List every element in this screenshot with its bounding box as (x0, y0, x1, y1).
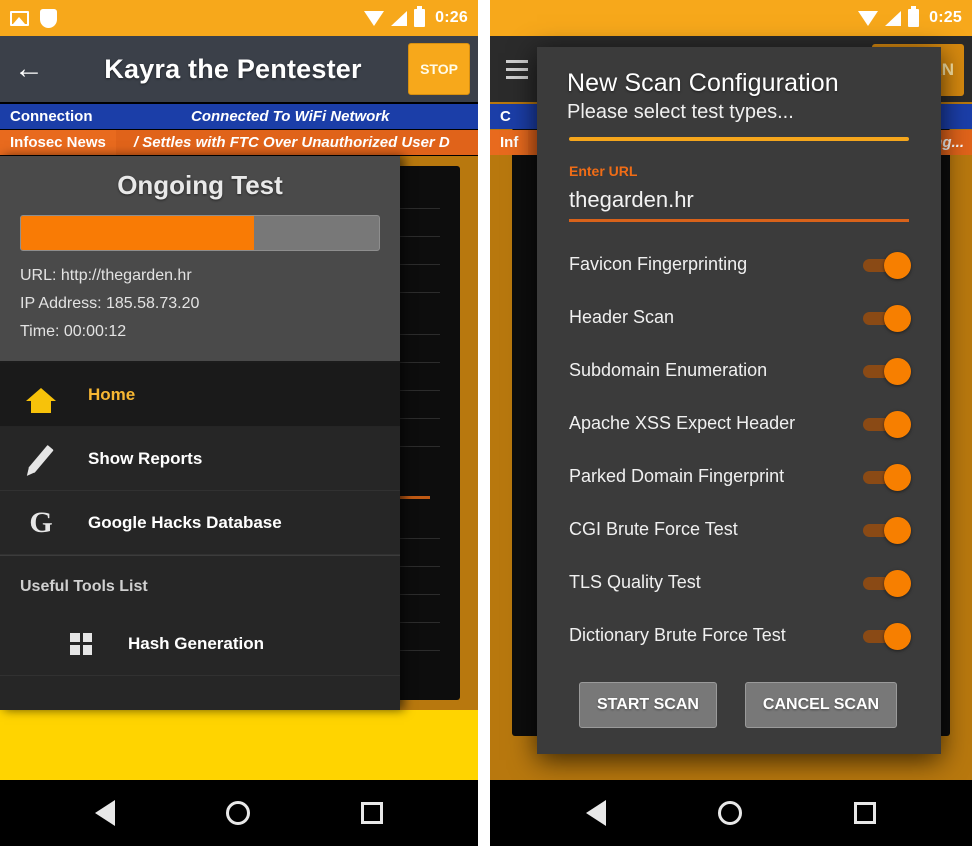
sidebar-item-hash-generation[interactable]: Hash Generation (0, 612, 400, 676)
toggle-knob (884, 357, 911, 385)
screenshot-stage: 0:26 ← Kayra the Pentester STOP Connecti… (0, 0, 972, 846)
test-type-row[interactable]: Subdomain Enumeration (537, 344, 941, 397)
nav-recents-icon[interactable] (360, 802, 383, 824)
hamburger-icon[interactable] (490, 36, 544, 102)
news-ticker-message: / Settles with FTC Over Unauthorized Use… (133, 134, 450, 151)
dialog-subtitle: Please select test types... (567, 101, 794, 123)
news-ticker-tag: Infosec News (0, 130, 116, 155)
sidebar-item-show-reports[interactable]: Show Reports (0, 427, 400, 491)
test-type-label: Apache XSS Expect Header (569, 413, 796, 433)
test-type-list: Favicon Fingerprinting Header Scan Subdoma… (537, 222, 941, 668)
toggle-knob (884, 569, 911, 597)
sidebar-item-label: Home (88, 384, 136, 404)
test-type-row[interactable]: Apache XSS Expect Header (537, 397, 941, 450)
url-field-label: Enter URL (569, 163, 638, 179)
drawer-header: Ongoing Test URL: http://thegarden.hr IP… (0, 156, 400, 363)
left-phone-screen: 0:26 ← Kayra the Pentester STOP Connecti… (0, 0, 478, 846)
start-scan-button[interactable]: START SCAN (579, 682, 717, 728)
test-type-toggle[interactable] (863, 410, 911, 438)
test-type-row[interactable]: Header Scan (537, 291, 941, 344)
news-ticker-tag: Inf (490, 130, 529, 155)
wifi-icon (858, 10, 879, 26)
shield-icon (40, 8, 57, 28)
test-type-toggle[interactable] (863, 622, 911, 650)
stop-button[interactable]: STOP (408, 43, 470, 95)
left-system-navbar (0, 780, 478, 846)
test-type-label: CGI Brute Force Test (569, 519, 738, 539)
sidebar-item-label: Hash Generation (128, 633, 265, 653)
url-input[interactable]: thegarden.hr (537, 179, 941, 213)
news-ticker: Infosec News / Settles with FTC Over Una… (0, 130, 478, 155)
test-type-toggle[interactable] (863, 357, 911, 385)
grid-icon (52, 632, 110, 655)
test-type-row[interactable]: Dictionary Brute Force Test (537, 609, 941, 662)
left-footer-strip (0, 710, 478, 780)
app-title: Kayra the Pentester (104, 53, 362, 84)
back-arrow-icon[interactable]: ← (0, 36, 58, 102)
nav-home-icon[interactable] (718, 801, 742, 825)
right-phone-screen: 0:25 AN C Inf ing... New Scan Configurat… (490, 0, 972, 846)
signal-icon (391, 10, 408, 26)
test-type-label: Header Scan (569, 307, 675, 327)
test-type-toggle[interactable] (863, 516, 911, 544)
test-url-line: URL: http://thegarden.hr (20, 267, 192, 284)
test-type-row[interactable]: TLS Quality Test (537, 556, 941, 609)
test-ip-line: IP Address: 185.58.73.20 (20, 295, 200, 312)
test-type-label: TLS Quality Test (569, 572, 701, 592)
test-type-label: Parked Domain Fingerprint (569, 466, 785, 486)
test-type-toggle[interactable] (863, 463, 911, 491)
dialog-title: New Scan Configuration (567, 69, 839, 97)
sidebar-item-label: Show Reports (88, 448, 203, 468)
test-progress-fill (21, 216, 254, 250)
test-type-label: Favicon Fingerprinting (569, 254, 748, 274)
test-type-row[interactable]: Favicon Fingerprinting (537, 238, 941, 291)
toggle-knob (884, 410, 911, 438)
pencil-icon (12, 444, 70, 474)
toggle-knob (884, 622, 911, 650)
navigation-drawer: Ongoing Test URL: http://thegarden.hr IP… (0, 156, 400, 710)
test-type-toggle[interactable] (863, 251, 911, 279)
test-type-toggle[interactable] (863, 569, 911, 597)
test-type-label: Dictionary Brute Force Test (569, 625, 786, 645)
connection-ticker: Connection Connected To WiFi Network (0, 104, 478, 129)
test-progress-bar (20, 215, 380, 251)
toggle-knob (884, 304, 911, 332)
ongoing-test-title: Ongoing Test (117, 170, 283, 200)
right-system-navbar (490, 780, 972, 846)
right-status-bar: 0:25 (490, 0, 972, 36)
battery-icon (414, 6, 426, 27)
status-clock: 0:26 (435, 9, 468, 26)
connection-ticker-message: Connected To WiFi Network (191, 108, 390, 125)
test-time-line: Time: 00:00:12 (20, 323, 127, 340)
connection-ticker-tag: C (490, 104, 521, 129)
sidebar-item-label: Google Hacks Database (88, 512, 282, 532)
new-scan-configuration-dialog: New Scan Configuration Please select tes… (537, 47, 941, 754)
battery-icon (908, 6, 920, 27)
drawer-section-title: Useful Tools List (0, 555, 400, 612)
nav-back-icon[interactable] (95, 800, 116, 826)
test-type-row[interactable]: Parked Domain Fingerprint (537, 450, 941, 503)
left-app-toolbar: ← Kayra the Pentester STOP (0, 36, 478, 102)
home-icon (12, 388, 70, 413)
sidebar-item-google-hacks-database[interactable]: G Google Hacks Database (0, 491, 400, 555)
cancel-scan-button[interactable]: CANCEL SCAN (744, 682, 898, 728)
wifi-icon (364, 10, 385, 26)
test-type-toggle[interactable] (863, 304, 911, 332)
signal-icon (885, 10, 902, 26)
sidebar-item-home[interactable]: Home (0, 363, 400, 427)
toggle-knob (884, 463, 911, 491)
photo-icon (10, 10, 29, 26)
nav-recents-icon[interactable] (854, 802, 876, 824)
toggle-knob (884, 516, 911, 544)
dialog-action-row: START SCAN CANCEL SCAN (537, 668, 941, 754)
nav-home-icon[interactable] (225, 801, 250, 825)
status-clock: 0:25 (929, 9, 962, 26)
test-type-row[interactable]: CGI Brute Force Test (537, 503, 941, 556)
toggle-knob (884, 251, 911, 279)
connection-ticker-tag: Connection (0, 104, 103, 129)
nav-back-icon[interactable] (586, 800, 606, 826)
left-status-bar: 0:26 (0, 0, 478, 36)
test-type-label: Subdomain Enumeration (569, 360, 768, 380)
google-icon: G (29, 505, 53, 539)
